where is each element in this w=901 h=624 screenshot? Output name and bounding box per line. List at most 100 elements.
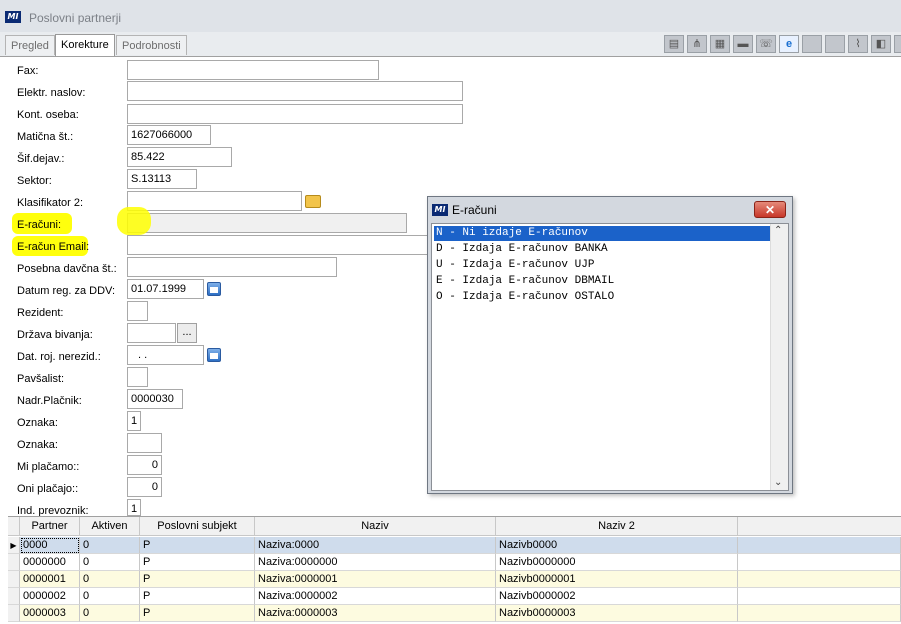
toolbar-button[interactable] — [825, 35, 845, 53]
eracuni-options-list[interactable]: N - Ni izdaje E-računov D - Izdaja E-raču… — [431, 223, 789, 491]
fax-field[interactable] — [127, 60, 379, 80]
toolbar-button[interactable]: ⋔ — [687, 35, 707, 53]
table-cell[interactable]: P — [140, 605, 255, 622]
option-item[interactable]: E - Izdaja E-računov DBMAIL — [434, 274, 772, 289]
table-cell[interactable]: Nazivb0000 — [496, 537, 738, 554]
table-cell[interactable]: 0000 — [20, 537, 80, 554]
table-cell[interactable]: 0 — [80, 554, 140, 571]
table-cell[interactable]: Nazivb0000002 — [496, 588, 738, 605]
close-button[interactable]: ✕ — [754, 201, 786, 218]
table-cell[interactable] — [738, 537, 901, 554]
option-item[interactable]: D - Izdaja E-računov BANKA — [434, 242, 772, 257]
contact-label: Kont. oseba: — [17, 109, 79, 121]
folder-icon[interactable] — [305, 195, 321, 208]
drzava-field[interactable] — [127, 323, 176, 343]
table-cell[interactable]: Naziva:0000002 — [255, 588, 496, 605]
email-field[interactable] — [127, 81, 463, 101]
sektor-label: Sektor: — [17, 175, 52, 187]
table-cell[interactable]: P — [140, 588, 255, 605]
table-cell[interactable]: 0 — [80, 588, 140, 605]
table-cell[interactable]: 0 — [80, 605, 140, 622]
table-row[interactable]: 0000003 0 P Naziva:0000003 Nazivb0000003 — [8, 605, 901, 622]
table-cell[interactable]: 0000000 — [20, 554, 80, 571]
option-item[interactable]: N - Ni izdaje E-računov — [434, 226, 772, 241]
drzava-browse-button[interactable]: ... — [177, 323, 197, 343]
scroll-down-icon[interactable]: ⌄ — [774, 477, 782, 488]
toolbar-button[interactable] — [802, 35, 822, 53]
oznaka1-field[interactable]: 1 — [127, 411, 141, 431]
table-row[interactable]: 0000001 0 P Naziva:0000001 Nazivb0000001 — [8, 571, 901, 588]
column-header-naziv2[interactable]: Naziv 2 — [496, 517, 738, 536]
table-cell[interactable]: Nazivb0000003 — [496, 605, 738, 622]
blank-icon — [826, 36, 844, 52]
calendar-icon[interactable] — [207, 282, 221, 296]
dat-roj-field[interactable]: . . — [127, 345, 204, 365]
table-cell[interactable]: 0 — [80, 537, 140, 554]
column-header-poslovni-subjekt[interactable]: Poslovni subjekt — [140, 517, 255, 536]
list-scrollbar[interactable]: ⌃ ⌄ — [770, 224, 788, 490]
table-cell[interactable] — [738, 588, 901, 605]
toolbar-button[interactable]: ⌇ — [848, 35, 868, 53]
oni-placajo-field[interactable]: 0 — [127, 477, 162, 497]
eracuni-field[interactable] — [127, 213, 407, 233]
scroll-up-icon[interactable]: ⌃ — [774, 225, 782, 236]
table-cell[interactable] — [738, 571, 901, 588]
grid-corner — [8, 517, 20, 536]
ind-prevoznik-field[interactable]: 1 — [127, 499, 141, 516]
row-indicator[interactable] — [8, 605, 20, 622]
table-cell[interactable]: P — [140, 537, 255, 554]
tab-pregled[interactable]: Pregled — [5, 35, 55, 55]
toolbar-button[interactable]: ▬ — [733, 35, 753, 53]
toolbar-button[interactable] — [894, 35, 901, 53]
column-header-partner[interactable]: Partner — [20, 517, 80, 536]
sektor-field[interactable]: S.13113 — [127, 169, 197, 189]
toolbar-button[interactable]: ▤ — [664, 35, 684, 53]
row-indicator[interactable] — [8, 571, 20, 588]
row-indicator[interactable] — [8, 554, 20, 571]
tab-korekture[interactable]: Korekture — [55, 34, 115, 56]
posebna-davcna-field[interactable] — [127, 257, 337, 277]
datum-ddv-field[interactable]: 01.07.1999 — [127, 279, 204, 299]
table-cell[interactable] — [738, 605, 901, 622]
table-cell[interactable]: Naziva:0000000 — [255, 554, 496, 571]
table-cell[interactable]: P — [140, 571, 255, 588]
blank-icon — [895, 36, 901, 52]
klasifikator2-field[interactable] — [127, 191, 302, 211]
table-cell[interactable] — [738, 554, 901, 571]
current-row-indicator-icon[interactable]: ▶ — [8, 537, 20, 554]
toolbar-button[interactable]: ◧ — [871, 35, 891, 53]
table-cell[interactable]: 0000002 — [20, 588, 80, 605]
oznaka1-label: Oznaka: — [17, 417, 58, 429]
table-cell[interactable]: Naziva:0000 — [255, 537, 496, 554]
column-header-aktiven[interactable]: Aktiven — [80, 517, 140, 536]
contact-field[interactable] — [127, 104, 463, 124]
option-item[interactable]: U - Izdaja E-računov UJP — [434, 258, 772, 273]
option-item[interactable]: O - Izdaja E-računov OSTALO — [434, 290, 772, 305]
toolbar-button[interactable]: ▦ — [710, 35, 730, 53]
tab-podrobnosti[interactable]: Podrobnosti — [116, 35, 187, 55]
nadr-placnik-field[interactable]: 0000030 — [127, 389, 183, 409]
table-row[interactable]: 0000002 0 P Naziva:0000002 Nazivb0000002 — [8, 588, 901, 605]
oznaka2-field[interactable] — [127, 433, 162, 453]
table-cell[interactable]: 0000001 — [20, 571, 80, 588]
rezident-field[interactable] — [127, 301, 148, 321]
toolbar-button[interactable]: ☏ — [756, 35, 776, 53]
table-cell[interactable]: 0000003 — [20, 605, 80, 622]
table-cell[interactable]: Naziva:0000001 — [255, 571, 496, 588]
mi-placamo-field[interactable]: 0 — [127, 455, 162, 475]
sifdejav-field[interactable]: 85.422 — [127, 147, 232, 167]
table-cell[interactable]: 0 — [80, 571, 140, 588]
row-indicator[interactable] — [8, 588, 20, 605]
table-row[interactable]: 0000000 0 P Naziva:0000000 Nazivb0000000 — [8, 554, 901, 571]
table-cell[interactable]: Nazivb0000000 — [496, 554, 738, 571]
toolbar-button[interactable]: e — [779, 35, 799, 53]
eracun-email-field[interactable] — [127, 235, 427, 255]
calendar-icon[interactable] — [207, 348, 221, 362]
maticna-field[interactable]: 1627066000 — [127, 125, 211, 145]
table-cell[interactable]: P — [140, 554, 255, 571]
pavsalist-field[interactable] — [127, 367, 148, 387]
table-row[interactable]: ▶ 0000 0 P Naziva:0000 Nazivb0000 — [8, 537, 901, 554]
column-header-naziv[interactable]: Naziv — [255, 517, 496, 536]
table-cell[interactable]: Naziva:0000003 — [255, 605, 496, 622]
table-cell[interactable]: Nazivb0000001 — [496, 571, 738, 588]
